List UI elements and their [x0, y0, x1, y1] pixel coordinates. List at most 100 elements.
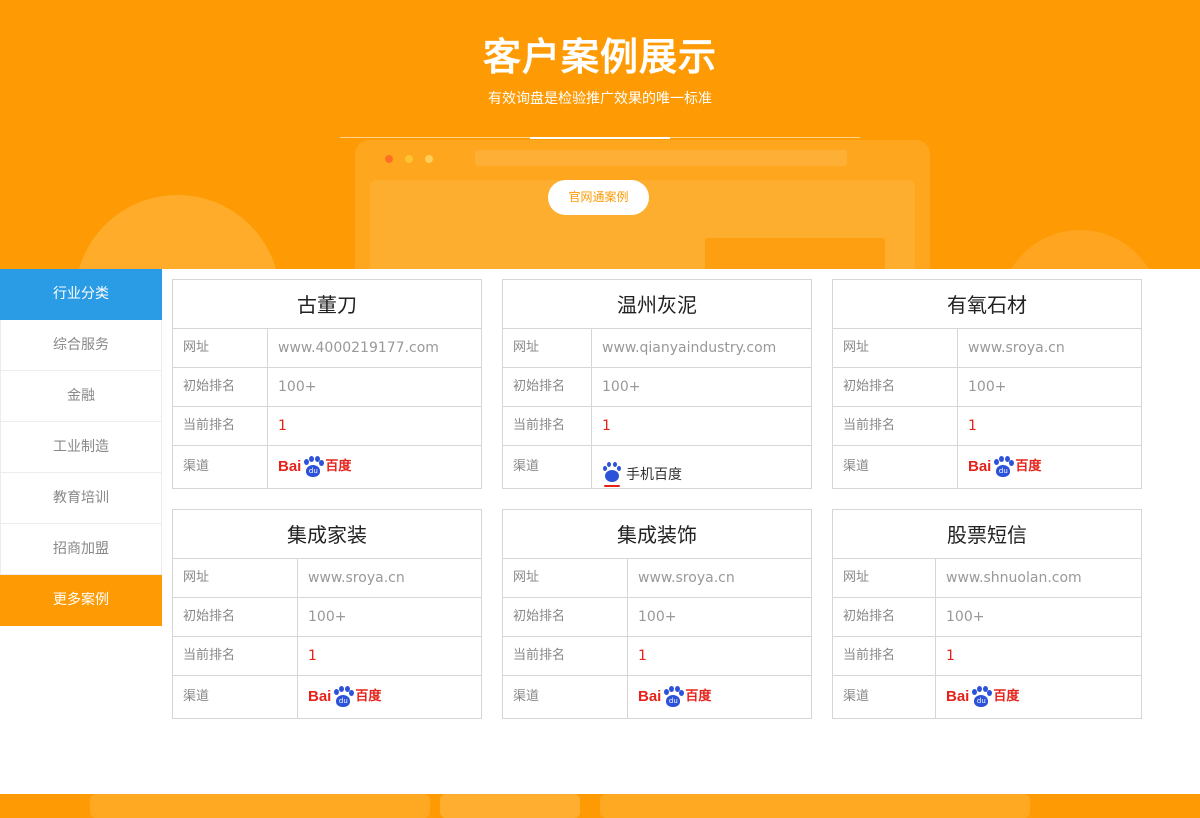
- current-rank-label: 当前排名: [503, 637, 628, 675]
- url-row: 网址 www.4000219177.com: [173, 329, 481, 368]
- channel-value: Bai du 百度: [958, 446, 1141, 488]
- current-rank-label: 当前排名: [173, 637, 298, 675]
- url-value: www.qianyaindustry.com: [602, 340, 777, 356]
- website-case-button[interactable]: 官网通案例: [548, 180, 649, 215]
- initial-rank-label: 初始排名: [833, 598, 936, 636]
- initial-rank-value: 100+: [968, 379, 1007, 395]
- sidebar-item-education-training[interactable]: 教育培训: [0, 473, 162, 524]
- baidu-logo: Bai du 百度: [946, 686, 1019, 708]
- channel-value: Bai du 百度: [936, 676, 1141, 718]
- url-row: 网址 www.sroya.cn: [503, 559, 811, 598]
- channel-value: Bai du 百度: [298, 676, 481, 718]
- current-rank-row: 当前排名 1: [833, 637, 1141, 676]
- case-card[interactable]: 集成装饰 网址 www.sroya.cn 初始排名 100+ 当前排名 1 渠道…: [502, 509, 812, 719]
- current-rank-label: 当前排名: [833, 637, 936, 675]
- case-card-title: 有氧石材: [833, 280, 1141, 329]
- url-row: 网址 www.sroya.cn: [833, 329, 1141, 368]
- case-card[interactable]: 古董刀 网址 www.4000219177.com 初始排名 100+ 当前排名…: [172, 279, 482, 489]
- banner-bg-circle: [75, 195, 280, 269]
- current-rank-row: 当前排名 1: [173, 637, 481, 676]
- case-card-title: 温州灰泥: [503, 280, 811, 329]
- paw-icon: du: [992, 456, 1015, 478]
- page-subtitle: 有效询盘是检验推广效果的唯一标准: [488, 91, 712, 107]
- sidebar-item-franchise[interactable]: 招商加盟: [0, 524, 162, 575]
- url-value: www.sroya.cn: [638, 570, 735, 586]
- more-cases-button[interactable]: 更多案例: [0, 575, 162, 626]
- channel-row: 渠道 Bai du 百度: [173, 446, 481, 488]
- initial-rank-row: 初始排名 100+: [503, 368, 811, 407]
- initial-rank-value: 100+: [602, 379, 641, 395]
- baidu-logo: Bai du 百度: [308, 686, 381, 708]
- sidebar-item-finance[interactable]: 金融: [0, 371, 162, 422]
- banner: 客户案例展示 有效询盘是检验推广效果的唯一标准 官网通案例: [0, 0, 1200, 269]
- paw-icon: du: [302, 456, 325, 478]
- current-rank-row: 当前排名 1: [503, 407, 811, 446]
- sidebar-header: 行业分类: [0, 269, 162, 320]
- paw-icon: du: [662, 686, 685, 708]
- url-label: 网址: [503, 329, 592, 367]
- industry-sidebar: 行业分类 综合服务 金融 工业制造 教育培训 招商加盟 更多案例: [0, 269, 162, 626]
- channel-row: 渠道 Bai du 百度: [833, 676, 1141, 718]
- current-rank-row: 当前排名 1: [503, 637, 811, 676]
- paw-icon: [602, 462, 622, 488]
- url-label: 网址: [173, 329, 268, 367]
- case-card[interactable]: 温州灰泥 网址 www.qianyaindustry.com 初始排名 100+…: [502, 279, 812, 489]
- initial-rank-label: 初始排名: [173, 598, 298, 636]
- current-rank-row: 当前排名 1: [173, 407, 481, 446]
- case-card[interactable]: 集成家装 网址 www.sroya.cn 初始排名 100+ 当前排名 1 渠道…: [172, 509, 482, 719]
- channel-label: 渠道: [833, 446, 958, 488]
- baidu-logo: Bai du 百度: [638, 686, 711, 708]
- channel-label: 渠道: [503, 676, 628, 718]
- initial-rank-value: 100+: [278, 379, 317, 395]
- channel-row: 渠道 Bai du 百度: [833, 446, 1141, 488]
- footer-banner-strip: [0, 794, 1200, 818]
- channel-row: 渠道 Bai du 百度: [503, 676, 811, 718]
- mobile-baidu-logo: 手机百度: [602, 454, 682, 496]
- current-rank-value: 1: [968, 418, 977, 434]
- url-value: www.4000219177.com: [278, 340, 439, 356]
- channel-label: 渠道: [173, 446, 268, 488]
- initial-rank-label: 初始排名: [173, 368, 268, 406]
- url-label: 网址: [833, 559, 936, 597]
- initial-rank-row: 初始排名 100+: [833, 598, 1141, 637]
- initial-rank-row: 初始排名 100+: [833, 368, 1141, 407]
- channel-row: 渠道 手机百度: [503, 446, 811, 488]
- paw-icon: du: [970, 686, 993, 708]
- current-rank-value: 1: [308, 648, 317, 664]
- case-card-title: 股票短信: [833, 510, 1141, 559]
- sidebar-item-comprehensive-services[interactable]: 综合服务: [0, 320, 162, 371]
- url-label: 网址: [833, 329, 958, 367]
- channel-label: 渠道: [173, 676, 298, 718]
- page: 客户案例展示 有效询盘是检验推广效果的唯一标准 官网通案例 行业分类 综合服务 …: [0, 0, 1200, 818]
- initial-rank-label: 初始排名: [503, 368, 592, 406]
- channel-value: 手机百度: [592, 446, 811, 488]
- initial-rank-row: 初始排名 100+: [173, 368, 481, 407]
- case-card[interactable]: 股票短信 网址 www.shnuolan.com 初始排名 100+ 当前排名 …: [832, 509, 1142, 719]
- page-title: 客户案例展示: [482, 35, 717, 79]
- case-card[interactable]: 有氧石材 网址 www.sroya.cn 初始排名 100+ 当前排名 1 渠道…: [832, 279, 1142, 489]
- divider-highlight: [530, 137, 670, 139]
- url-value: www.shnuolan.com: [946, 570, 1082, 586]
- url-label: 网址: [173, 559, 298, 597]
- channel-label: 渠道: [833, 676, 936, 718]
- url-row: 网址 www.shnuolan.com: [833, 559, 1141, 598]
- channel-value: Bai du 百度: [268, 446, 481, 488]
- sidebar-item-industrial-manufacturing[interactable]: 工业制造: [0, 422, 162, 473]
- initial-rank-label: 初始排名: [833, 368, 958, 406]
- initial-rank-row: 初始排名 100+: [173, 598, 481, 637]
- current-rank-label: 当前排名: [503, 407, 592, 445]
- channel-label: 渠道: [503, 446, 592, 488]
- initial-rank-value: 100+: [638, 609, 677, 625]
- paw-icon: du: [332, 686, 355, 708]
- url-value: www.sroya.cn: [968, 340, 1065, 356]
- baidu-logo: Bai du 百度: [278, 456, 351, 478]
- current-rank-value: 1: [946, 648, 955, 664]
- channel-value: Bai du 百度: [628, 676, 811, 718]
- case-card-title: 古董刀: [173, 280, 481, 329]
- current-rank-label: 当前排名: [833, 407, 958, 445]
- case-card-title: 集成家装: [173, 510, 481, 559]
- url-row: 网址 www.qianyaindustry.com: [503, 329, 811, 368]
- banner-bg-circle: [1000, 230, 1160, 269]
- initial-rank-label: 初始排名: [503, 598, 628, 636]
- current-rank-label: 当前排名: [173, 407, 268, 445]
